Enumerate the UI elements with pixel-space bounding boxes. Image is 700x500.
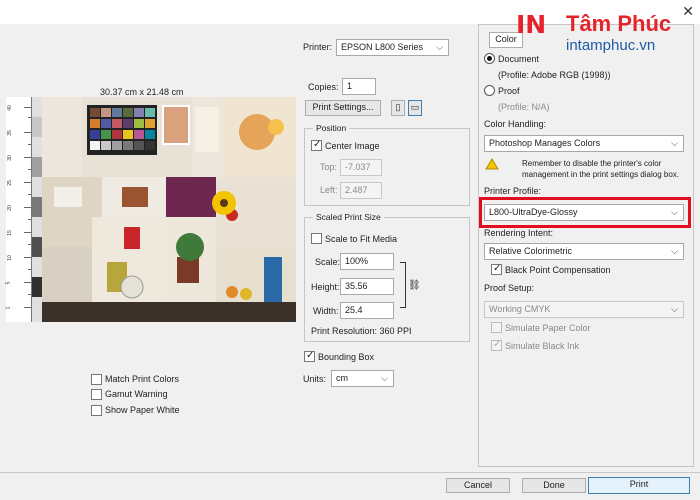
chevron-down-icon: ⌵ xyxy=(381,373,388,383)
width-label: Width: xyxy=(313,306,339,316)
footer-divider xyxy=(0,472,700,473)
top-input[interactable]: -7.037 xyxy=(340,159,382,176)
simulate-paper-color-checkbox[interactable] xyxy=(491,322,502,333)
chevron-down-icon: ⌵ xyxy=(671,207,678,217)
proof-profile: (Profile: N/A) xyxy=(498,102,550,112)
print-resolution: Print Resolution: 360 PPI xyxy=(311,326,412,336)
color-handling-select[interactable]: Photoshop Manages Colors ⌵ xyxy=(484,135,684,152)
height-input[interactable]: 35.56 xyxy=(340,278,394,295)
proof-setup-label: Proof Setup: xyxy=(484,283,535,293)
units-label: Units: xyxy=(303,374,327,384)
black-point-checkbox[interactable] xyxy=(491,263,502,275)
color-management-reminder: Remember to disable the printer's color … xyxy=(522,159,679,179)
simulate-black-ink-checkbox[interactable] xyxy=(491,339,502,351)
chevron-down-icon: ⌵ xyxy=(436,42,443,52)
constrain-bracket xyxy=(400,262,406,308)
chevron-down-icon: ⌵ xyxy=(671,138,678,148)
landscape-orientation-icon[interactable]: ▭ xyxy=(408,100,422,116)
preview-artwork xyxy=(32,97,296,322)
portrait-orientation-icon[interactable]: ▯ xyxy=(391,100,405,116)
document-radio[interactable] xyxy=(484,53,495,64)
rendering-intent-label: Rendering Intent: xyxy=(484,228,554,238)
printer-profile-label: Printer Profile: xyxy=(484,186,542,196)
gamut-warning-checkbox[interactable] xyxy=(91,389,102,400)
show-paper-white-checkbox[interactable] xyxy=(91,405,102,416)
copies-input[interactable]: 1 xyxy=(342,78,376,95)
chevron-down-icon: ⌵ xyxy=(671,246,678,256)
match-print-colors-checkbox[interactable] xyxy=(91,374,102,385)
position-title: Position xyxy=(313,123,350,133)
cancel-button[interactable]: Cancel xyxy=(446,478,510,493)
printer-select[interactable]: EPSON L800 Series ⌵ xyxy=(336,39,449,56)
brand-logo-mark: IN xyxy=(516,10,547,39)
scale-to-fit-label: Scale to Fit Media xyxy=(325,234,398,244)
scale-input[interactable]: 100% xyxy=(340,253,394,270)
units-select[interactable]: cm ⌵ xyxy=(331,370,394,387)
vertical-ruler: 40 35 30 25 20 15 10 5 1 xyxy=(5,97,32,322)
simulate-black-ink-label: Simulate Black Ink xyxy=(505,341,580,351)
bounding-box-label: Bounding Box xyxy=(318,352,375,362)
print-preview-image[interactable] xyxy=(32,97,296,322)
printer-label: Printer: xyxy=(303,42,333,52)
info-icon xyxy=(485,158,499,170)
black-point-label: Black Point Compensation xyxy=(505,265,611,275)
proof-label: Proof xyxy=(498,86,520,96)
printer-profile-select[interactable]: L800-UltraDye-Glossy ⌵ xyxy=(484,204,684,221)
scale-to-fit-checkbox[interactable] xyxy=(311,233,322,244)
brand-url: intamphuc.vn xyxy=(566,37,656,54)
show-paper-white-label: Show Paper White xyxy=(105,405,180,415)
color-handling-label: Color Handling: xyxy=(484,119,547,129)
document-label: Document xyxy=(498,54,540,64)
gamut-warning-label: Gamut Warning xyxy=(105,389,168,399)
simulate-paper-color-label: Simulate Paper Color xyxy=(505,323,591,333)
proof-setup-select[interactable]: Working CMYK ⌵ xyxy=(484,301,684,318)
left-label: Left: xyxy=(320,185,338,195)
scaled-print-size-title: Scaled Print Size xyxy=(313,212,384,222)
print-settings-button[interactable]: Print Settings... xyxy=(305,100,381,116)
close-icon[interactable]: ✕ xyxy=(682,3,694,20)
copies-label: Copies: xyxy=(308,82,339,92)
document-profile: (Profile: Adobe RGB (1998)) xyxy=(498,70,611,80)
chain-link-icon[interactable]: ⛓ xyxy=(408,280,421,291)
brand-name: Tâm Phúc xyxy=(566,11,672,36)
top-label: Top: xyxy=(320,162,338,172)
center-image-label: Center Image xyxy=(325,141,380,151)
left-input[interactable]: 2.487 xyxy=(340,182,382,199)
center-image-checkbox[interactable] xyxy=(311,139,322,151)
print-dimensions: 30.37 cm x 21.48 cm xyxy=(100,87,184,97)
bounding-box-checkbox[interactable] xyxy=(304,350,315,362)
width-input[interactable]: 25.4 xyxy=(340,302,394,319)
print-button[interactable]: Print xyxy=(588,477,690,494)
match-print-colors-label: Match Print Colors xyxy=(105,374,180,384)
chevron-down-icon: ⌵ xyxy=(671,304,678,314)
done-button[interactable]: Done xyxy=(522,478,586,493)
proof-radio[interactable] xyxy=(484,85,495,96)
rendering-intent-select[interactable]: Relative Colorimetric ⌵ xyxy=(484,243,684,260)
scale-label: Scale: xyxy=(315,257,341,267)
height-label: Height: xyxy=(311,282,340,292)
